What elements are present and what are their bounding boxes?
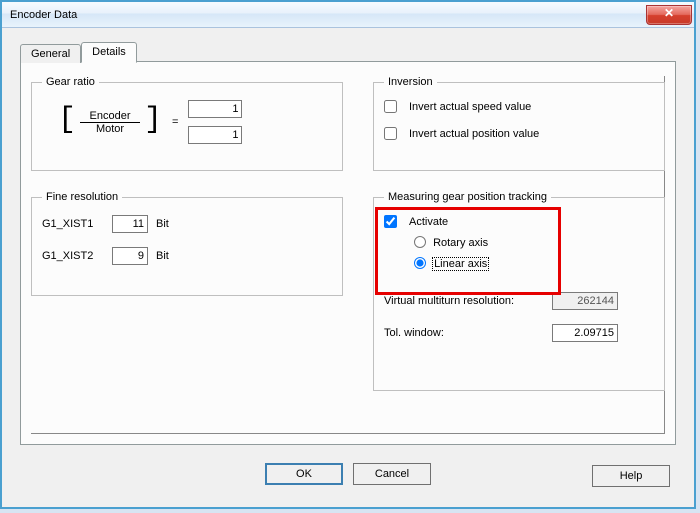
content-frame: Gear ratio [ Encoder Motor ] = [31,76,665,434]
bracket-close-icon: ] [144,105,162,135]
group-gear-ratio: Gear ratio [ Encoder Motor ] = [31,76,343,171]
label-virtual-multiturn: Virtual multiturn resolution: [384,295,544,307]
label-invert-speed[interactable]: Invert actual speed value [409,101,531,113]
axis-radio-group: Rotary axis Linear axis [414,236,654,270]
tab-general[interactable]: General [20,44,81,63]
input-tol-window[interactable] [552,324,618,342]
row-xist2: G1_XIST2 Bit [42,247,332,265]
input-xist2[interactable] [112,247,148,265]
unit-xist1: Bit [156,218,169,230]
label-xist2: G1_XIST2 [42,250,104,262]
input-virtual-multiturn [552,292,618,310]
gear-ratio-row: [ Encoder Motor ] = [58,100,332,144]
help-button[interactable]: Help [592,465,670,487]
client-area: General Details Gear ratio [ Encoder Mot… [6,30,690,503]
gear-ratio-fraction: [ Encoder Motor ] [58,107,162,137]
legend-gear-ratio: Gear ratio [42,76,99,88]
row-activate: Activate [384,215,654,228]
input-motor-ratio[interactable] [188,126,242,144]
row-linear-axis: Linear axis [414,257,654,270]
label-tol-window: Tol. window: [384,327,544,339]
dialog-window: Encoder Data ✕ General Details Gear rati… [0,0,696,509]
row-invert-position: Invert actual position value [384,127,654,140]
equals-sign: = [172,116,178,128]
tab-strip: General Details [20,42,137,63]
group-inversion: Inversion Invert actual speed value Inve… [373,76,665,171]
tab-page-details: Gear ratio [ Encoder Motor ] = [20,61,676,445]
button-bar: OK Cancel [6,463,690,487]
row-virtual-multiturn: Virtual multiturn resolution: [384,292,654,310]
label-linear-axis[interactable]: Linear axis [433,258,488,270]
close-icon: ✕ [664,6,674,20]
window-title: Encoder Data [10,9,77,21]
input-xist1[interactable] [112,215,148,233]
close-button[interactable]: ✕ [646,5,692,25]
legend-inversion: Inversion [384,76,437,88]
legend-fine-resolution: Fine resolution [42,191,122,203]
label-invert-position[interactable]: Invert actual position value [409,128,539,140]
row-tol-window: Tol. window: [384,324,654,342]
label-xist1: G1_XIST1 [42,218,104,230]
label-motor: Motor [92,123,128,135]
cancel-button[interactable]: Cancel [353,463,431,485]
unit-xist2: Bit [156,250,169,262]
radio-linear-axis[interactable] [414,257,426,269]
checkbox-invert-speed[interactable] [384,100,397,113]
legend-measuring: Measuring gear position tracking [384,191,551,203]
checkbox-activate[interactable] [384,215,397,228]
row-invert-speed: Invert actual speed value [384,100,654,113]
bracket-open-icon: [ [58,105,76,135]
tab-details[interactable]: Details [81,42,137,63]
label-activate[interactable]: Activate [409,216,448,228]
label-encoder: Encoder [86,110,135,122]
group-measuring: Measuring gear position tracking Activat… [373,191,665,391]
label-rotary-axis[interactable]: Rotary axis [433,237,488,249]
group-fine-resolution: Fine resolution G1_XIST1 Bit G1_XIST2 Bi… [31,191,343,296]
checkbox-invert-position[interactable] [384,127,397,140]
row-rotary-axis: Rotary axis [414,236,654,249]
ok-button[interactable]: OK [265,463,343,485]
titlebar: Encoder Data ✕ [2,2,694,28]
row-xist1: G1_XIST1 Bit [42,215,332,233]
input-encoder-ratio[interactable] [188,100,242,118]
radio-rotary-axis[interactable] [414,236,426,248]
